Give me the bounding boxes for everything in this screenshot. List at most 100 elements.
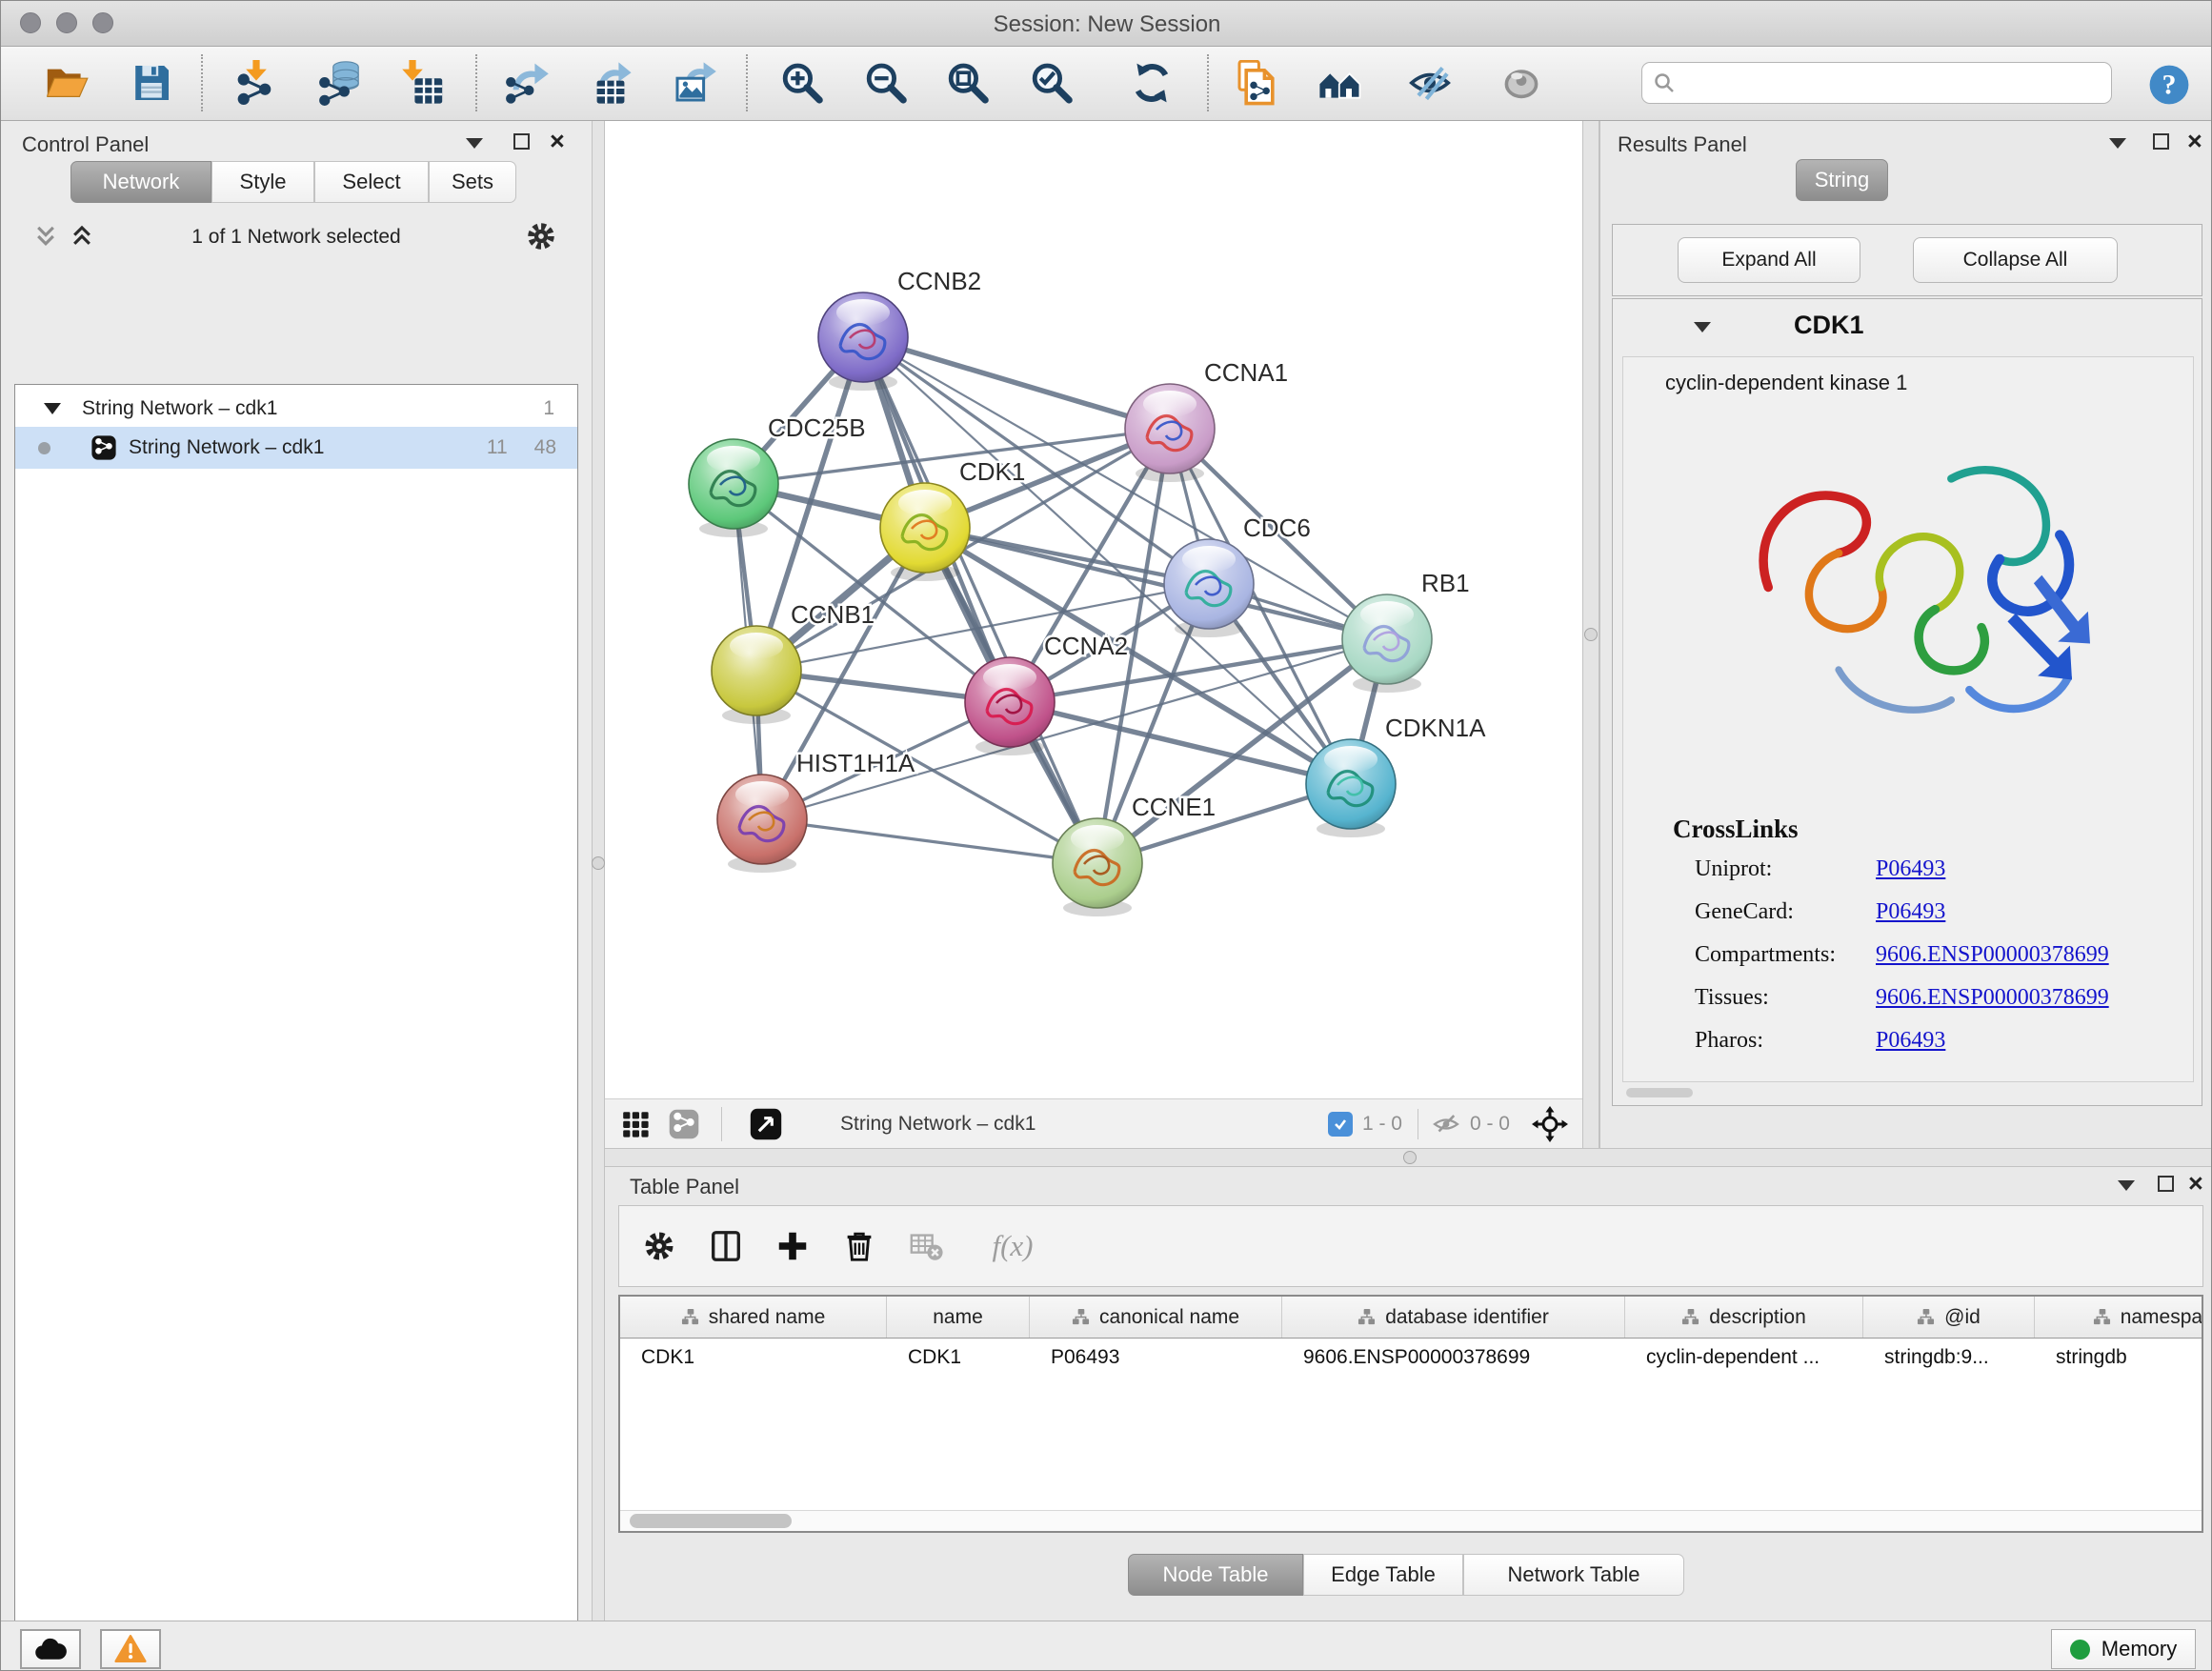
column-header-database-identifier[interactable]: database identifier — [1282, 1297, 1625, 1338]
export-network-button[interactable] — [500, 56, 553, 110]
show-columns-button[interactable] — [699, 1219, 753, 1273]
export-table-button[interactable] — [584, 56, 637, 110]
network-node-cdk1[interactable]: CDK1 — [880, 457, 1025, 581]
tab-node-table[interactable]: Node Table — [1128, 1554, 1303, 1596]
network-from-selection-button[interactable] — [1230, 56, 1283, 110]
search-input[interactable] — [1675, 71, 2084, 95]
import-network-button[interactable] — [230, 56, 283, 110]
table-cell[interactable]: stringdb:9... — [1863, 1339, 2035, 1377]
network-canvas[interactable]: CCNB2CCNA1CDC25BCDK1CDC6RB1CCNB1CCNA2CDK… — [605, 121, 1582, 1098]
import-network-from-database-button[interactable] — [313, 56, 367, 110]
zoom-selected-button[interactable] — [1024, 56, 1077, 110]
crosslink-link[interactable]: P06493 — [1876, 899, 1945, 925]
function-builder-button[interactable]: f(x) — [970, 1219, 1056, 1273]
column-header-namespace[interactable]: namespace — [2035, 1297, 2203, 1338]
fit-crosshair-icon[interactable] — [1531, 1105, 1569, 1143]
zoom-fit-button[interactable] — [940, 56, 994, 110]
network-edge[interactable] — [863, 337, 1097, 863]
import-table-icon — [401, 60, 447, 106]
collapse-all-button[interactable]: Collapse All — [1913, 237, 2118, 283]
splitter-handle[interactable] — [592, 856, 605, 870]
network-edge[interactable] — [863, 337, 1170, 429]
table-cell[interactable]: CDK1 — [620, 1339, 887, 1377]
crosslink-link[interactable]: P06493 — [1876, 856, 1945, 882]
panel-float-icon[interactable] — [2153, 133, 2169, 150]
collapse-section-icon[interactable] — [1694, 322, 1711, 332]
zoom-out-button[interactable] — [858, 56, 912, 110]
vertical-splitter[interactable] — [592, 121, 605, 1621]
table-cell[interactable]: cyclin-dependent ... — [1625, 1339, 1863, 1377]
help-button[interactable]: ? — [2142, 58, 2196, 111]
create-column-button[interactable] — [766, 1219, 819, 1273]
import-table-button[interactable] — [397, 56, 451, 110]
export-image-button[interactable] — [668, 56, 721, 110]
warnings-button[interactable] — [100, 1629, 161, 1669]
tab-style[interactable]: Style — [211, 161, 314, 203]
splitter-handle[interactable] — [1403, 1151, 1417, 1164]
collapse-tree-icon[interactable] — [44, 403, 61, 414]
delete-table-button[interactable] — [899, 1219, 953, 1273]
panel-float-icon[interactable] — [2158, 1176, 2174, 1192]
network-row-selected[interactable]: String Network – cdk1 11 48 — [15, 427, 577, 469]
cloud-status-button[interactable] — [20, 1629, 81, 1669]
first-neighbors-button[interactable] — [1314, 56, 1367, 110]
open-session-button[interactable] — [39, 56, 92, 110]
column-header-shared-name[interactable]: shared name — [620, 1297, 887, 1338]
status-bar: Memory — [1, 1621, 2212, 1671]
network-view-share-icon[interactable] — [668, 1108, 700, 1140]
results-hscroll-thumb[interactable] — [1626, 1088, 1693, 1097]
network-node-cdkn1a[interactable]: CDKN1A — [1306, 714, 1486, 837]
tab-network[interactable]: Network — [70, 161, 211, 203]
birds-eye-view-icon[interactable] — [749, 1107, 783, 1141]
save-session-button[interactable] — [125, 56, 178, 110]
apply-layout-button[interactable] — [1125, 56, 1178, 110]
splitter-handle[interactable] — [1584, 628, 1598, 641]
memory-button[interactable]: Memory — [2051, 1629, 2196, 1669]
network-node-cdc6[interactable]: CDC6 — [1164, 513, 1311, 637]
network-edge[interactable] — [762, 819, 1097, 863]
delete-column-button[interactable] — [833, 1219, 886, 1273]
column-header-canonical-name[interactable]: canonical name — [1030, 1297, 1282, 1338]
panel-menu-icon[interactable] — [466, 138, 483, 149]
table-cell[interactable]: P06493 — [1030, 1339, 1282, 1377]
network-node-hist1h1a[interactable]: HIST1H1A — [717, 749, 915, 873]
show-all-button[interactable] — [1495, 56, 1548, 110]
panel-close-icon[interactable]: × — [550, 133, 565, 150]
crosslink-link[interactable]: 9606.ENSP00000378699 — [1876, 942, 2109, 968]
gear-icon[interactable] — [523, 218, 559, 254]
zoom-in-button[interactable] — [774, 56, 828, 110]
network-edge[interactable] — [762, 639, 1387, 819]
tab-string[interactable]: String — [1796, 159, 1888, 201]
table-cell[interactable]: CDK1 — [887, 1339, 1030, 1377]
column-header--id[interactable]: @id — [1863, 1297, 2035, 1338]
horizontal-splitter[interactable] — [605, 1148, 2212, 1167]
tab-edge-table[interactable]: Edge Table — [1303, 1554, 1463, 1596]
column-header-name[interactable]: name — [887, 1297, 1030, 1338]
network-node-ccne1[interactable]: CCNE1 — [1053, 793, 1216, 916]
panel-float-icon[interactable] — [513, 133, 530, 150]
document-share-icon — [1234, 60, 1279, 106]
panel-close-icon[interactable]: × — [2188, 1176, 2203, 1192]
tab-select[interactable]: Select — [314, 161, 429, 203]
tab-network-table[interactable]: Network Table — [1463, 1554, 1684, 1596]
crosslink-link[interactable]: 9606.ENSP00000378699 — [1876, 985, 2109, 1011]
column-header-description[interactable]: description — [1625, 1297, 1863, 1338]
panel-close-icon[interactable]: × — [2187, 133, 2202, 150]
crosslink-link[interactable]: P06493 — [1876, 1028, 1945, 1054]
selected-checkbox-icon[interactable] — [1328, 1112, 1353, 1137]
table-cell[interactable]: 9606.ENSP00000378699 — [1282, 1339, 1625, 1377]
vertical-splitter[interactable] — [1582, 121, 1599, 1148]
panel-menu-icon[interactable] — [2109, 138, 2126, 149]
expand-all-button[interactable]: Expand All — [1678, 237, 1860, 283]
network-collection-row[interactable]: String Network – cdk1 1 — [15, 391, 577, 427]
panel-menu-icon[interactable] — [2118, 1180, 2135, 1191]
tab-sets[interactable]: Sets — [429, 161, 516, 203]
table-cell[interactable]: stringdb — [2035, 1339, 2203, 1377]
table-row[interactable]: CDK1CDK1P064939606.ENSP00000378699cyclin… — [620, 1339, 2202, 1377]
network-node-rb1[interactable]: RB1 — [1342, 569, 1470, 693]
hscroll-thumb[interactable] — [630, 1514, 792, 1528]
table-settings-button[interactable] — [633, 1219, 686, 1273]
grid-view-icon[interactable] — [620, 1109, 651, 1139]
hide-selected-button[interactable] — [1403, 56, 1457, 110]
table-hscrollbar[interactable] — [620, 1510, 2202, 1531]
